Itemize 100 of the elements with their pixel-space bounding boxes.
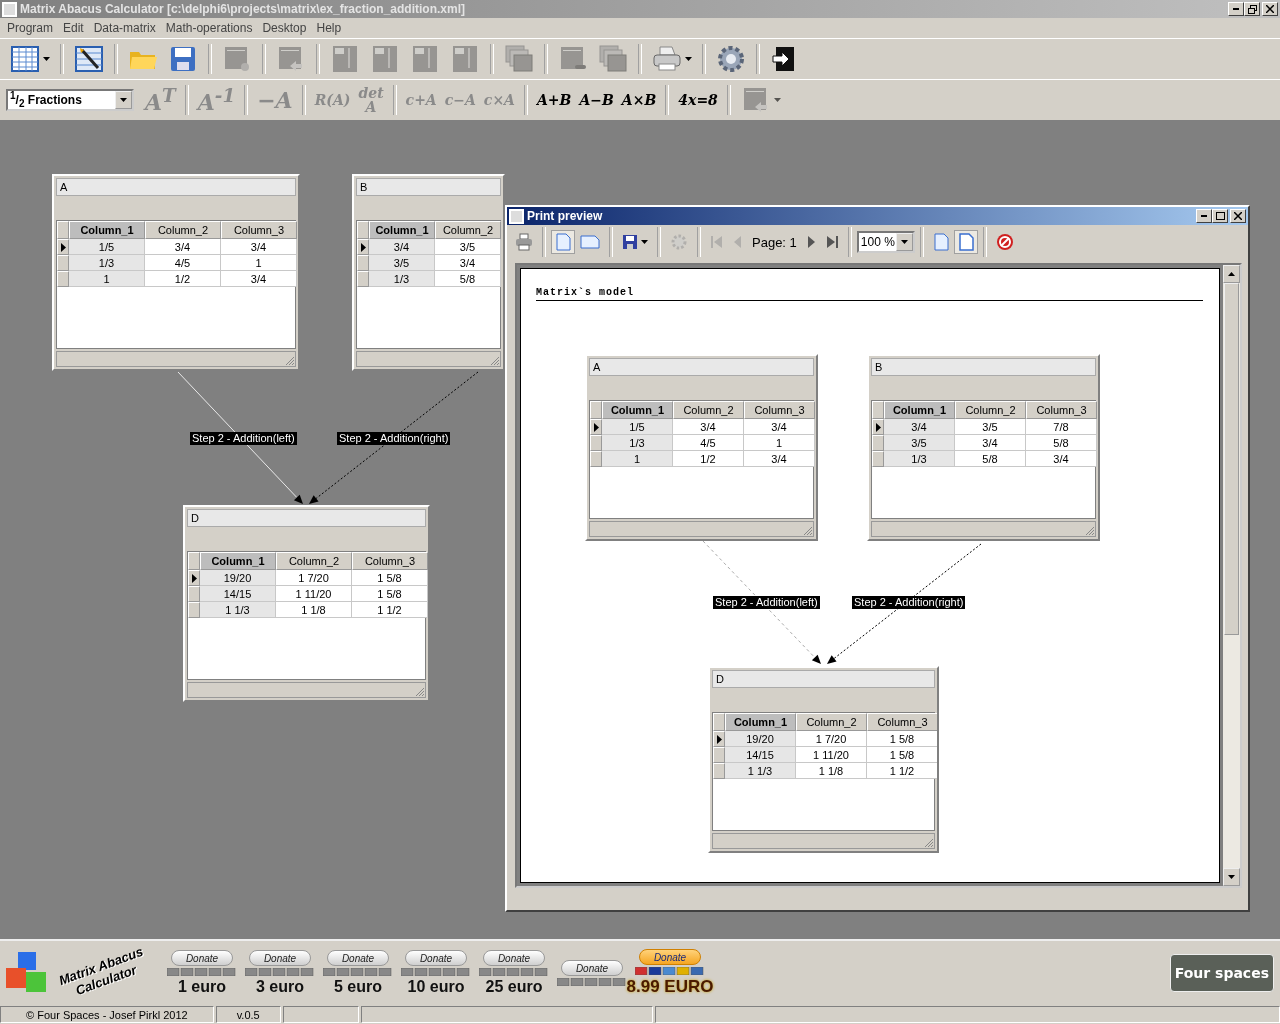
close-button[interactable] xyxy=(1262,2,1278,16)
operation-button[interactable]: A×B xyxy=(618,93,660,107)
column-header[interactable]: Column_1 xyxy=(884,401,955,419)
maximize-button[interactable] xyxy=(1212,209,1228,223)
caret-icon xyxy=(641,240,648,244)
close-button[interactable] xyxy=(1230,209,1246,223)
table-cell: 3/4 xyxy=(673,419,744,435)
table-cell: 1 1/8 xyxy=(796,763,867,779)
table-cell: 1/3 xyxy=(369,271,435,287)
connector-label: Step 2 - Addition(right) xyxy=(852,596,966,609)
row-indicator[interactable] xyxy=(872,419,884,435)
column-header[interactable]: Column_3 xyxy=(1026,401,1097,419)
column-header[interactable]: Column_2 xyxy=(796,713,867,731)
maximize-icon xyxy=(1215,212,1225,220)
menu-item[interactable]: Help xyxy=(311,21,347,35)
table-cell: 3/5 xyxy=(369,255,435,271)
table-cell: 3/4 xyxy=(884,419,955,435)
donate-button[interactable]: Donate xyxy=(405,950,467,966)
resize-grip-icon xyxy=(285,356,295,366)
donate-button[interactable]: Donate xyxy=(483,950,545,966)
column-header[interactable]: Column_2 xyxy=(145,221,221,239)
window-title: Matrix Abacus Calculator [c:\delphi6\projects\matrix\ex_fraction_addition.xml] xyxy=(20,2,465,16)
page-icon xyxy=(932,233,949,251)
row-indicator[interactable] xyxy=(357,239,369,255)
table-wand-icon xyxy=(74,44,104,74)
matrix-name: A xyxy=(589,358,814,376)
connector-label: Step 2 - Addition(left) xyxy=(190,432,297,445)
next-page-icon xyxy=(805,235,816,249)
table-cell: 1/5 xyxy=(602,419,673,435)
menu-item[interactable]: Program xyxy=(2,21,58,35)
row-pointer-icon xyxy=(191,573,197,583)
scroll-down-icon xyxy=(1228,875,1235,879)
table-cell: 1 xyxy=(69,271,145,287)
resize-grip-icon xyxy=(803,526,813,536)
column-header[interactable]: Column_1 xyxy=(200,552,276,570)
zoom-dropdown[interactable]: 100 % xyxy=(856,231,915,253)
minimize-button[interactable] xyxy=(1228,2,1244,16)
table-cell: 1 1/2 xyxy=(352,602,428,618)
connector-label: Step 2 - Addition(right) xyxy=(337,432,451,445)
row-indicator[interactable] xyxy=(713,731,725,747)
scroll-up-icon xyxy=(1228,272,1235,276)
close-icon xyxy=(1266,5,1274,13)
column-header[interactable]: Column_3 xyxy=(352,552,428,570)
number-format-dropdown[interactable]: $^{1}$/$_{2}$ Fractions xyxy=(6,89,134,111)
payment-cards-icon xyxy=(401,968,471,976)
printer-icon xyxy=(515,233,533,251)
table-cell: 19/20 xyxy=(200,570,276,586)
donate-button[interactable]: Donate xyxy=(327,950,389,966)
operation-button[interactable]: A+B xyxy=(534,93,575,107)
donate-button[interactable]: Donate xyxy=(171,950,233,966)
layout-icon xyxy=(410,44,440,74)
table-cell: 3/5 xyxy=(435,239,501,255)
donate-button[interactable]: Donate xyxy=(561,960,623,976)
minimize-icon xyxy=(1233,8,1239,10)
payment-cards-icon xyxy=(167,968,237,976)
column-header[interactable]: Column_3 xyxy=(221,221,297,239)
table-cell: 1/3 xyxy=(884,451,955,467)
menu-item[interactable]: Math-operations xyxy=(160,21,258,35)
row-pointer-icon xyxy=(716,734,722,744)
menu-item[interactable]: Edit xyxy=(58,21,89,35)
landscape-page-icon xyxy=(580,234,600,250)
column-header[interactable]: Column_2 xyxy=(955,401,1026,419)
column-header[interactable]: Column_3 xyxy=(744,401,815,419)
donate-button[interactable]: Donate xyxy=(639,949,701,965)
table-cell: 14/15 xyxy=(200,586,276,602)
menu-item[interactable]: Data-matrix xyxy=(88,21,161,35)
table-cell: 5/8 xyxy=(435,271,501,287)
operation-button[interactable]: 4x=8 xyxy=(675,93,721,107)
donation-amount: 10 euro xyxy=(407,978,465,996)
resize-grip-icon xyxy=(490,356,500,366)
row-indicator[interactable] xyxy=(57,239,69,255)
brand-logo: Four spaces xyxy=(1169,954,1274,992)
table-cell: 1/3 xyxy=(602,435,673,451)
table-cell: 4/5 xyxy=(673,435,744,451)
table-cell: 1 xyxy=(602,451,673,467)
menu-item[interactable]: Desktop xyxy=(257,21,312,35)
minimize-button[interactable] xyxy=(1196,209,1212,223)
column-header[interactable]: Column_3 xyxy=(867,713,937,731)
column-header[interactable]: Column_2 xyxy=(673,401,744,419)
layout-icon xyxy=(330,44,360,74)
donation-amount: 5 euro xyxy=(334,978,382,996)
column-header[interactable]: Column_1 xyxy=(69,221,145,239)
column-header[interactable]: Column_2 xyxy=(276,552,352,570)
donate-button[interactable]: Donate xyxy=(249,950,311,966)
restore-button[interactable] xyxy=(1244,2,1260,16)
scrollbar[interactable] xyxy=(1223,265,1240,886)
resize-grip-icon xyxy=(924,838,934,848)
payment-cards-icon xyxy=(245,968,315,976)
gear-icon xyxy=(670,233,688,251)
column-header[interactable]: Column_1 xyxy=(602,401,673,419)
row-indicator[interactable] xyxy=(188,570,200,586)
payment-cards-icon xyxy=(557,978,627,986)
table-cell: 3/4 xyxy=(744,451,815,467)
row-indicator[interactable] xyxy=(590,419,602,435)
operation-button[interactable]: A−B xyxy=(576,93,617,107)
app-icon xyxy=(509,208,524,224)
table-cell: 1 1/3 xyxy=(200,602,276,618)
column-header[interactable]: Column_1 xyxy=(725,713,796,731)
column-header[interactable]: Column_1 xyxy=(369,221,435,239)
column-header[interactable]: Column_2 xyxy=(435,221,501,239)
